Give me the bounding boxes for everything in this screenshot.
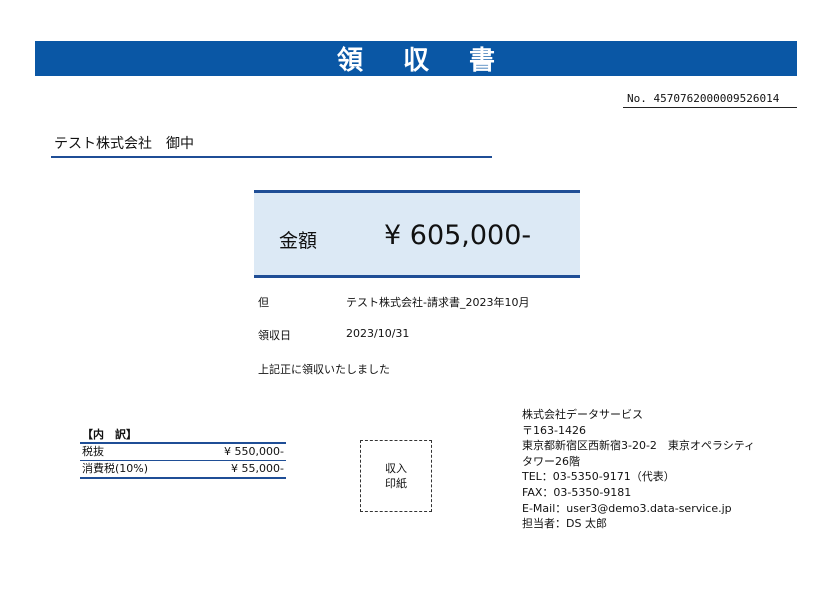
receipt-number: No. 4570762000009526014 [623, 92, 797, 108]
issuer-contact: 担当者：DS 太郎 [522, 517, 607, 531]
stamp-label-line2: 印紙 [385, 477, 407, 490]
breakdown-row-label: 税抜 [82, 445, 104, 458]
amount-box: 金額 ¥ 605,000- [254, 190, 580, 278]
amount-value: ¥ 605,000- [384, 220, 532, 251]
issuer-email: E-Mail：user3@demo3.data-service.jp [522, 501, 732, 515]
recipient-line: テスト株式会社 御中 [51, 133, 492, 158]
recipient-honorific: 御中 [166, 136, 194, 152]
issuer-fax: FAX：03-5350-9181 [522, 485, 632, 499]
breakdown-row-label: 消費税(10%) [82, 462, 149, 475]
purpose-value: テスト株式会社-請求書_2023年10月 [346, 296, 530, 309]
breakdown-row-subtotal: 税抜 ¥ 550,000- [80, 442, 286, 460]
title-bar: 領収書 [35, 41, 797, 76]
issuer-company: 株式会社データサービス [522, 408, 643, 421]
revenue-stamp-box: 収入 印紙 [360, 440, 432, 512]
amount-label: 金額 [279, 230, 318, 252]
stamp-label-line1: 収入 [385, 462, 407, 475]
confirmation-text: 上記正に領収いたしました [258, 363, 390, 376]
date-label: 領収日 [258, 329, 291, 342]
breakdown-header: 【内 訳】 [82, 428, 137, 441]
issuer-address-line2: タワー26階 [522, 454, 580, 468]
recipient-name: テスト株式会社 [54, 136, 152, 152]
issuer-postal-code: 〒163-1426 [522, 423, 586, 437]
breakdown-row-value: ¥ 55,000- [231, 462, 284, 475]
document-title: 領収書 [336, 46, 535, 76]
breakdown-row-value: ¥ 550,000- [224, 445, 284, 458]
issuer-address-line1: 東京都新宿区西新宿3-20-2 東京オペラシティ [522, 439, 756, 453]
issuer-block: 株式会社データサービス 〒163-1426 東京都新宿区西新宿3-20-2 東京… [522, 407, 812, 532]
date-value: 2023/10/31 [346, 327, 410, 340]
breakdown-table: 【内 訳】 税抜 ¥ 550,000- 消費税(10%) ¥ 55,000- [80, 427, 286, 479]
purpose-label: 但 [258, 296, 269, 309]
breakdown-row-tax: 消費税(10%) ¥ 55,000- [80, 460, 286, 479]
issuer-tel: TEL：03-5350-9171（代表） [522, 470, 675, 484]
